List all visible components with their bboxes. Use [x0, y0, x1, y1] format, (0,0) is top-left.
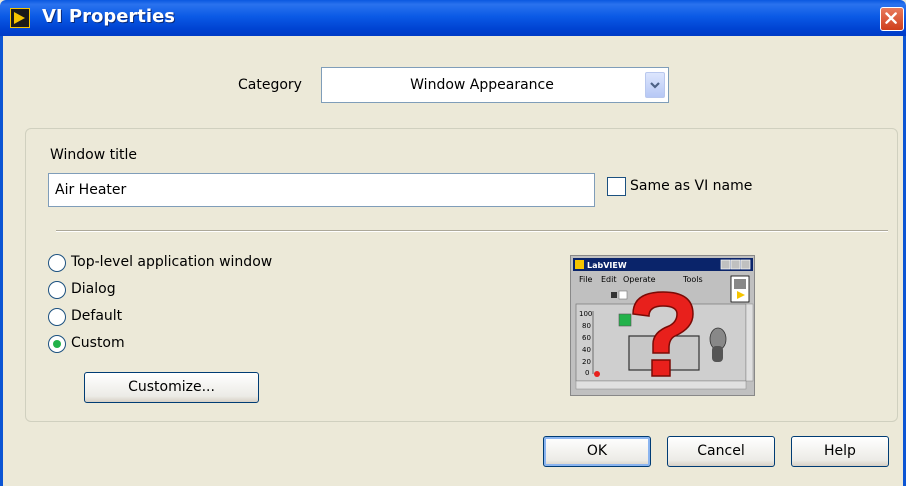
- customize-button[interactable]: Customize...: [84, 372, 259, 403]
- labview-vi-icon: [10, 8, 30, 28]
- radio-default[interactable]: [48, 308, 66, 326]
- preview-scale-100: 100: [579, 310, 592, 318]
- preview-scale-20: 20: [582, 358, 591, 366]
- ok-button[interactable]: OK: [543, 436, 651, 467]
- radio-top-level-window-label[interactable]: Top-level application window: [71, 254, 272, 270]
- window-title-input[interactable]: Air Heater: [48, 173, 595, 207]
- window-title-label: Window title: [50, 147, 138, 163]
- radio-custom[interactable]: [48, 335, 66, 353]
- close-icon: [885, 12, 897, 24]
- preview-graphic: LabVIEW File Edit Operate Tools 100 80 6…: [573, 258, 754, 390]
- help-button[interactable]: Help: [791, 436, 889, 467]
- radio-selected-dot: [53, 340, 61, 348]
- preview-menu-edit: Edit: [601, 275, 617, 284]
- category-selected-value: Window Appearance: [410, 77, 554, 93]
- window-preview: LabVIEW File Edit Operate Tools 100 80 6…: [570, 255, 755, 396]
- radio-custom-label[interactable]: Custom: [71, 335, 125, 351]
- same-as-vi-name-label[interactable]: Same as VI name: [630, 178, 752, 194]
- preview-scale-80: 80: [582, 322, 591, 330]
- preview-scale-60: 60: [582, 334, 591, 342]
- preview-menu-tools: Tools: [682, 275, 703, 284]
- radio-default-label[interactable]: Default: [71, 308, 122, 324]
- title-bar: VI Properties: [0, 0, 906, 36]
- preview-scale-40: 40: [582, 346, 591, 354]
- close-button[interactable]: [880, 7, 904, 31]
- same-as-vi-name-checkbox[interactable]: [607, 177, 626, 196]
- radio-dialog[interactable]: [48, 281, 66, 299]
- window-title: VI Properties: [42, 6, 175, 27]
- window-title-value: Air Heater: [55, 182, 127, 198]
- category-label: Category: [238, 77, 302, 93]
- preview-title: LabVIEW: [587, 261, 627, 270]
- category-dropdown-button[interactable]: [645, 72, 665, 98]
- radio-dialog-label[interactable]: Dialog: [71, 281, 116, 297]
- preview-scale-0: 0: [585, 369, 589, 377]
- separator: [56, 230, 888, 232]
- radio-top-level-window[interactable]: [48, 254, 66, 272]
- preview-menu-file: File: [579, 275, 592, 284]
- cancel-button[interactable]: Cancel: [667, 436, 775, 467]
- chevron-down-icon: [650, 82, 660, 89]
- preview-menu-operate: Operate: [623, 275, 656, 284]
- category-select[interactable]: Window Appearance: [321, 67, 669, 103]
